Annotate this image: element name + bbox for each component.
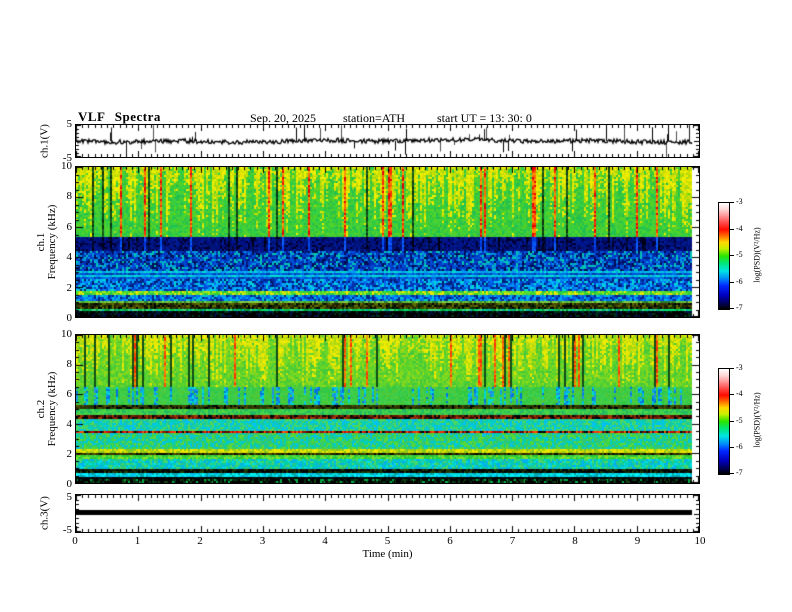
spec1-ytick-label: 8 [66, 190, 73, 203]
ch1-ytick-label: 5 [66, 118, 73, 130]
colorbar-ch2 [718, 368, 730, 475]
colorbar-tickmark [730, 420, 734, 422]
x-axis-tick-label: 6 [447, 535, 453, 547]
colorbar-tick-label: -5 [736, 250, 743, 259]
plot-title: VLF Spectra [78, 109, 161, 124]
x-axis-tick-label: 1 [134, 535, 141, 547]
x-axis-tick-label: 7 [509, 535, 516, 547]
ch3-waveform-panel [75, 494, 700, 533]
x-axis-tick-label: 4 [322, 535, 328, 547]
colorbar-tickmark [730, 255, 734, 256]
ch1-frequency-axis-label: ch.1 Frequency (kHz) [35, 204, 58, 280]
x-axis-tick-label: 10 [694, 535, 706, 547]
spec1-ytick-label: 6 [66, 220, 73, 233]
colorbar-tickmark [730, 281, 734, 283]
colorbar-tick-label: -6 [736, 276, 743, 286]
colorbar-tick-label: -5 [736, 415, 743, 425]
spec2-ytick-label: 4 [66, 418, 73, 430]
ch1-waveform-canvas [76, 125, 699, 157]
ch3-voltage-axis-label: ch.3(V) [38, 496, 51, 530]
colorbar-tickmark [730, 473, 734, 474]
x-axis-tick-label: 0 [72, 535, 78, 547]
colorbar-ch1 [718, 202, 730, 310]
colorbar-tickmark [730, 228, 734, 230]
colorbar-tick-label: -4 [736, 223, 743, 233]
colorbar-tick-label: -4 [736, 389, 743, 399]
colorbar-tick-label: -3 [736, 197, 743, 206]
ch2-frequency-axis-label: ch.2 Frequency (kHz) [35, 371, 58, 447]
colorbar-tickmark [730, 202, 734, 203]
spec2-ytick-label: 6 [66, 388, 73, 400]
ch3-waveform-canvas [76, 495, 699, 532]
x-axis-tick-label: 9 [634, 535, 641, 547]
spec1-ytick-label: 0 [66, 312, 73, 324]
ch2-axis-label-line2: Frequency (kHz) [46, 371, 58, 447]
colorbar-tick-label: -7 [736, 468, 743, 477]
spec1-ytick-label: 2 [66, 281, 73, 294]
vlf-spectra-figure: VLF Spectra Sep. 20, 2025 station=ATH st… [0, 0, 792, 612]
ch2-spectrogram-panel [75, 334, 700, 484]
ch3-ytick-label: 5 [66, 491, 73, 504]
colorbar-tick-label: -6 [736, 441, 743, 451]
colorbar-tickmark [730, 308, 734, 309]
ch2-spectrogram-canvas [76, 335, 699, 483]
colorbar-tickmark [730, 446, 734, 448]
ch1-axis-label-line2: Frequency (kHz) [46, 204, 58, 280]
x-axis-tick-label: 2 [197, 535, 203, 547]
spec2-ytick-label: 8 [66, 358, 73, 370]
x-axis-tick-label: 5 [384, 535, 391, 547]
colorbar-tickmark [730, 394, 734, 396]
colorbar-tick-label: -7 [736, 303, 743, 312]
x-axis-tick-label: 3 [259, 535, 266, 547]
spec1-ytick-label: 4 [66, 251, 73, 264]
spec2-ytick-label: 10 [61, 328, 72, 340]
ch1-ytick-label: -5 [62, 152, 72, 164]
ch1-voltage-axis-label: ch.1(V) [38, 124, 51, 158]
spec2-ytick-label: 0 [66, 478, 73, 490]
spec2-ytick-label: 2 [66, 448, 73, 460]
ch1-spectrogram-panel [75, 166, 700, 318]
x-axis-tick-label: 8 [572, 535, 578, 547]
ch1-waveform-panel [75, 124, 700, 158]
x-axis-title: Time (min) [362, 548, 413, 560]
colorbar-tick-label: -3 [736, 363, 743, 372]
ch1-spectrogram-canvas [76, 167, 699, 317]
colorbar-tickmark [730, 368, 734, 369]
